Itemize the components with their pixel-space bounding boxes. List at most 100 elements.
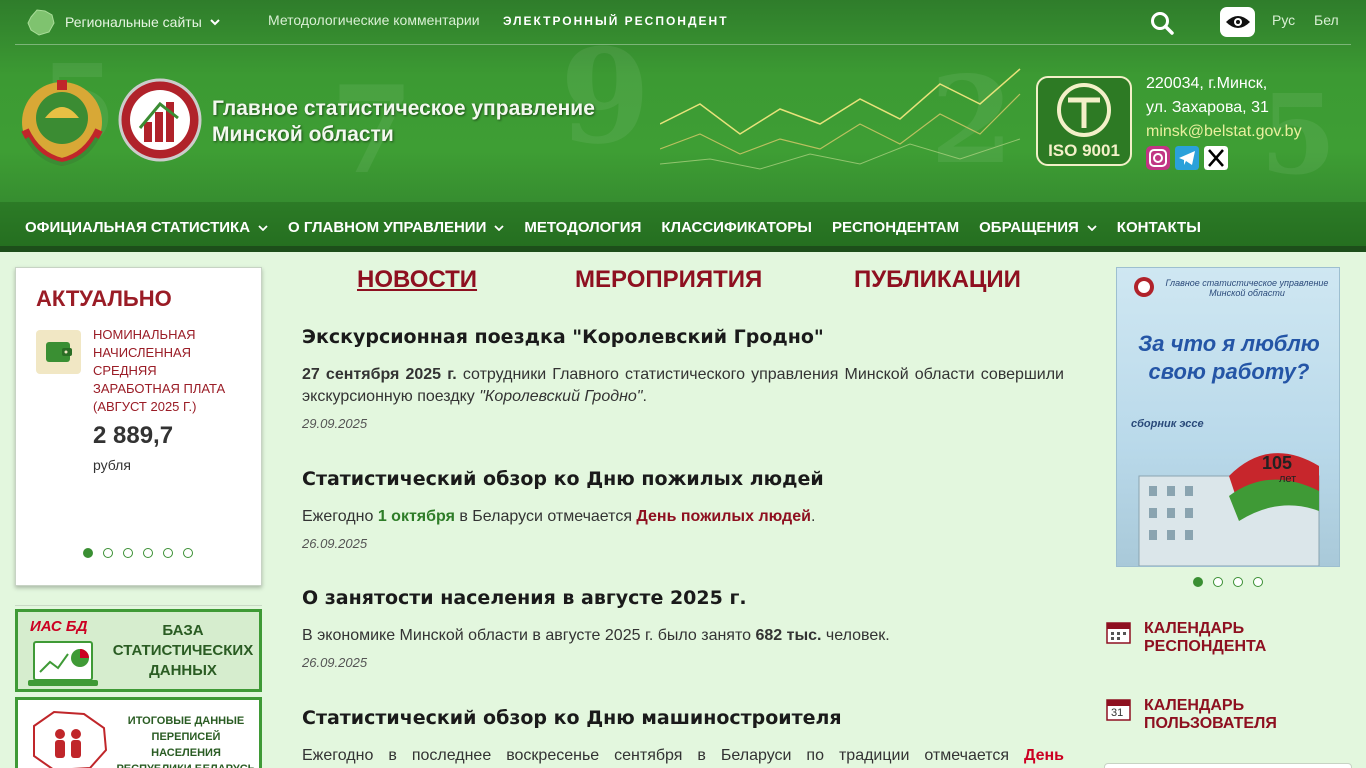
email-link[interactable]: minsk@belstat.gov.by (1146, 120, 1302, 144)
belarus-map-icon (27, 9, 55, 36)
calendar-label-line: КАЛЕНДАРЬ (1144, 620, 1245, 637)
news-text-part: 682 тыс. (755, 627, 822, 644)
nav-item-respondents[interactable]: РЕСПОНДЕНТАМ (832, 219, 959, 236)
carousel-dot[interactable] (1233, 577, 1243, 587)
calendar-day: 31 (1111, 707, 1124, 719)
news-text: В экономике Минской области в августе 20… (302, 625, 1064, 647)
news-text-part: Ежегодно (302, 508, 378, 525)
calendar-31-icon: 31 (1106, 697, 1131, 721)
news-text-part: 1 октября (377, 508, 455, 525)
respondent-calendar-link[interactable]: КАЛЕНДАРЬ РЕСПОНДЕНТА (1106, 620, 1266, 656)
x-twitter-icon[interactable] (1204, 146, 1228, 170)
calendar-icon (1106, 622, 1131, 644)
telegram-icon[interactable] (1175, 146, 1199, 170)
news-title-link[interactable]: Статистический обзор ко Дню машиностроит… (302, 707, 1064, 729)
news-text-part: в Беларуси отмечается (454, 508, 637, 525)
carousel-dot[interactable] (103, 548, 113, 558)
tab-events[interactable]: МЕРОПРИЯТИЯ (575, 266, 762, 294)
carousel-dot[interactable] (163, 548, 173, 558)
divider (15, 605, 262, 606)
nav-item-label: МЕТОДОЛОГИЯ (524, 219, 642, 236)
nav-item-label: ОБРАЩЕНИЯ (979, 219, 1079, 236)
e-respondent-link[interactable]: ЭЛЕКТРОННЫЙ РЕСПОНДЕНТ (503, 14, 729, 28)
essay-collection-banner[interactable]: Главное статистическое управление Минско… (1116, 267, 1340, 567)
census-results-banner[interactable]: ИТОГОВЫЕ ДАННЫЕ ПЕРЕПИСЕЙ НАСЕЛЕНИЯ РЕСП… (15, 697, 262, 768)
tab-publications[interactable]: ПУБЛИКАЦИИ (854, 266, 1021, 294)
carousel-dot[interactable] (123, 548, 133, 558)
carousel-dot[interactable] (1213, 577, 1223, 587)
nav-item-about[interactable]: О ГЛАВНОМ УПРАВЛЕНИИ (288, 219, 505, 236)
belstat-logo-icon[interactable] (118, 74, 203, 166)
title-line-2: Минской области (212, 123, 394, 146)
ias-text: БАЗА СТАТИСТИЧЕСКИХ ДАННЫХ (112, 622, 254, 679)
book-subtitle: сборник эссе (1131, 418, 1204, 430)
news-title-link[interactable]: О занятости населения в августе 2025 г. (302, 587, 1064, 609)
top-bar: Региональные сайты Методологические комм… (15, 0, 1351, 45)
news-text-part: 27 сентября 2025 г. (302, 366, 457, 383)
nav-item-methodology[interactable]: МЕТОДОЛОГИЯ (524, 219, 641, 236)
accessibility-button[interactable] (1220, 7, 1255, 37)
news-date: 29.09.2025 (302, 416, 368, 431)
address-line-2: ул. Захарова, 31 (1146, 99, 1269, 116)
statistics-database-banner[interactable]: ИАС БД БАЗА СТАТИСТИЧЕСКИХ ДАННЫХ (15, 609, 262, 692)
news-text-part: День пожилых людей (636, 508, 811, 525)
decorative-chart-lines (660, 68, 1021, 170)
news-text-part: . (642, 388, 647, 405)
news-date: 26.09.2025 (302, 536, 368, 551)
chevron-down-icon (1087, 224, 1097, 231)
indicator-unit: рубля (93, 457, 131, 473)
carousel-dot[interactable] (143, 548, 153, 558)
nav-item-contacts[interactable]: КОНТАКТЫ (1117, 219, 1201, 236)
calendar-label-line: РЕСПОНДЕНТА (1144, 638, 1267, 655)
chevron-down-icon (494, 224, 505, 231)
iso-label: ISO 9001 (1048, 141, 1120, 160)
carousel-dot[interactable] (83, 548, 93, 558)
anniversary-number: 105 (1262, 453, 1293, 473)
actual-title: АКТУАЛЬНО (36, 286, 172, 311)
news-title-link[interactable]: Статистический обзор ко Дню пожилых люде… (302, 468, 1064, 490)
regional-sites-dropdown[interactable]: Региональные сайты (25, 7, 220, 37)
news-text-part: Ежегодно в последнее воскресенье сентябр… (302, 747, 1024, 764)
belstat-small-logo-icon (1134, 277, 1154, 297)
language-ru-link[interactable]: Рус (1272, 12, 1295, 28)
language-be-link[interactable]: Бел (1314, 12, 1339, 28)
indicator-label[interactable]: Номинальная начисленная средняя заработн… (93, 326, 243, 416)
calendar-label: КАЛЕНДАРЬ РЕСПОНДЕНТА (1144, 620, 1266, 656)
nav-item-label: О ГЛАВНОМ УПРАВЛЕНИИ (288, 219, 487, 236)
carousel-dot[interactable] (1253, 577, 1263, 587)
iso-mark-icon (1057, 83, 1111, 137)
nav-item-official-statistics[interactable]: ОФИЦИАЛЬНАЯ СТАТИСТИКА (25, 219, 268, 236)
nav-item-classifiers[interactable]: КЛАССИФИКАТОРЫ (661, 219, 812, 236)
main-nav-list: ОФИЦИАЛЬНАЯ СТАТИСТИКА О ГЛАВНОМ УПРАВЛЕ… (25, 219, 1221, 236)
address-line-1: 220034, г.Минск, (1146, 75, 1268, 92)
eye-icon (1225, 16, 1250, 28)
news-text: Ежегодно в последнее воскресенье сентябр… (302, 745, 1064, 767)
chevron-down-icon (258, 224, 268, 231)
regional-sites-label: Региональные сайты (65, 14, 202, 30)
nav-item-label: ОФИЦИАЛЬНАЯ СТАТИСТИКА (25, 219, 251, 236)
instagram-icon[interactable] (1146, 146, 1170, 170)
social-links (1146, 146, 1228, 170)
organization-title[interactable]: Главное статистическое управление Минско… (212, 96, 652, 148)
contact-address: 220034, г.Минск, ул. Захарова, 31 minsk@… (1146, 72, 1302, 144)
indicator-value: 2 889,7 (93, 422, 174, 449)
nav-item-label: КОНТАКТЫ (1116, 219, 1201, 236)
site-header: 5 7 9 2 5 Региональные сайты Методологич… (0, 0, 1366, 252)
ias-tag: ИАС БД (30, 618, 88, 635)
state-emblem-icon[interactable] (17, 78, 107, 166)
wallet-icon (36, 330, 81, 374)
chevron-down-icon (210, 18, 220, 25)
news-text-part: День (1024, 747, 1064, 764)
carousel-dots (83, 548, 193, 558)
user-calendar-link[interactable]: 31 КАЛЕНДАРЬ ПОЛЬЗОВАТЕЛЯ (1106, 697, 1277, 733)
carousel-dot[interactable] (183, 548, 193, 558)
news-item: Статистический обзор ко Дню машиностроит… (302, 707, 1064, 767)
calendar-label: КАЛЕНДАРЬ ПОЛЬЗОВАТЕЛЯ (1144, 697, 1277, 733)
nav-item-appeals[interactable]: ОБРАЩЕНИЯ (979, 219, 1097, 236)
carousel-dot[interactable] (1193, 577, 1203, 587)
book-header: Главное статистическое управление Минско… (1165, 278, 1329, 298)
methodology-comments-link[interactable]: Методологические комментарии (268, 12, 480, 28)
search-icon[interactable] (1149, 10, 1175, 36)
news-title-link[interactable]: Экскурсионная поездка "Королевский Гродн… (302, 326, 1064, 348)
tab-news[interactable]: НОВОСТИ (357, 266, 477, 294)
